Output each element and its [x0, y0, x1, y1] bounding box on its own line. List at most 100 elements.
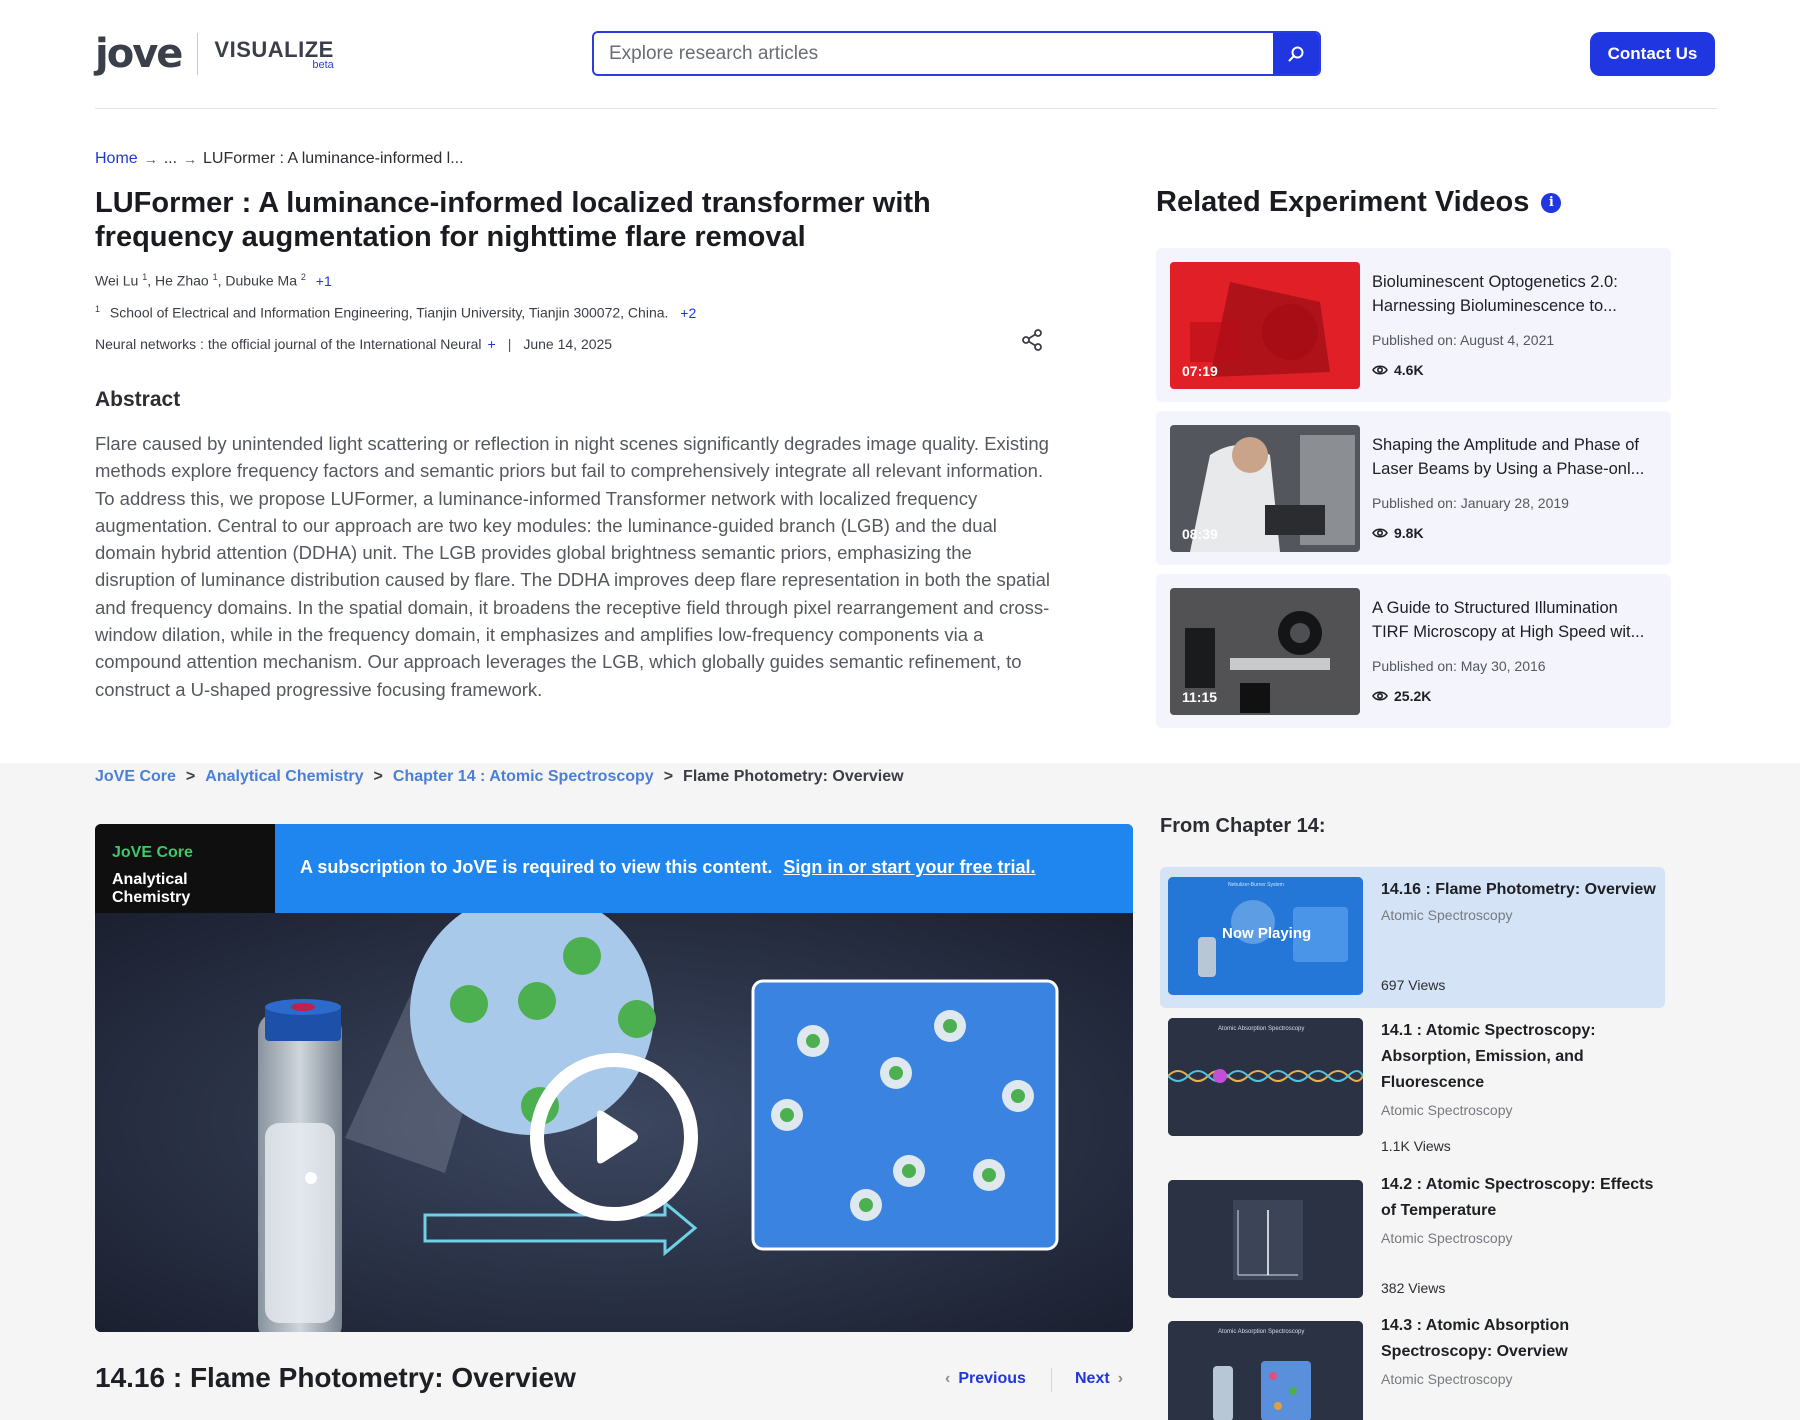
video-thumbnail[interactable]: 11:15 [1170, 588, 1360, 715]
views-count: 25.2K [1394, 688, 1432, 704]
thumbnail-label: Nebulizer-Burner System [1228, 882, 1284, 888]
affiliation-text: School of Electrical and Information Eng… [109, 304, 669, 321]
journal-info: Neural networks : the official journal o… [95, 336, 612, 352]
chapter-lesson-item[interactable]: Nebulizer-Burner System Now Playing 14.1… [1160, 867, 1665, 1008]
chapter-lesson-item[interactable]: Atomic Absorption Spectroscopy 14.1 : At… [1160, 1008, 1665, 1158]
subscription-banner: JoVE Core Analytical Chemistry A subscri… [95, 824, 1133, 913]
jove-visualize-logo[interactable]: jove VISUALIZE beta [95, 32, 334, 76]
related-video-title[interactable]: Shaping the Amplitude and Phase of Laser… [1372, 433, 1657, 481]
lesson-item-subtitle: Atomic Spectroscopy [1381, 907, 1513, 923]
chevron-left-icon: ‹ [945, 1370, 951, 1387]
lesson-thumbnail[interactable]: Atomic Absorption Spectroscopy [1168, 1018, 1363, 1136]
course-breadcrumb-chapter[interactable]: Chapter 14 : Atomic Spectroscopy [393, 768, 654, 786]
affiliation-marker: 1 [95, 304, 101, 314]
breadcrumb: Home → ... → LUFormer : A luminance-info… [95, 150, 464, 168]
related-video-published: Published on: May 30, 2016 [1372, 658, 1546, 674]
breadcrumb-ellipsis[interactable]: ... [164, 150, 177, 168]
views-count: 9.8K [1394, 525, 1424, 541]
chapter-lesson-item[interactable]: 14.2 : Atomic Spectroscopy: Effects of T… [1160, 1170, 1665, 1310]
thumbnail-image [1168, 1180, 1363, 1298]
views-count: 4.6K [1394, 362, 1424, 378]
related-video-published: Published on: January 28, 2019 [1372, 495, 1569, 511]
lesson-item-views: 1.1K Views [1381, 1138, 1451, 1154]
affiliations-more-link[interactable]: +2 [680, 305, 696, 321]
thumbnail-label: Atomic Absorption Spectroscopy [1218, 1026, 1304, 1032]
course-tag: JoVE Core Analytical Chemistry [95, 824, 275, 913]
author-name[interactable]: Dubuke Ma [225, 273, 297, 289]
lesson-item-views: 697 Views [1381, 977, 1446, 993]
author-name[interactable]: He Zhao [155, 273, 209, 289]
search-button[interactable] [1273, 33, 1319, 74]
chapter-lesson-item[interactable]: Atomic Absorption Spectroscopy 14.3 : At… [1160, 1311, 1665, 1420]
lesson-item-title: 14.2 : Atomic Spectroscopy: Effects of T… [1381, 1176, 1654, 1219]
related-video-title[interactable]: Bioluminescent Optogenetics 2.0: Harness… [1372, 270, 1657, 318]
article-title: LUFormer : A luminance-informed localize… [95, 187, 931, 253]
visualize-wordmark: VISUALIZE beta [214, 36, 334, 71]
contact-us-button[interactable]: Contact Us [1590, 32, 1715, 76]
eye-icon [1372, 691, 1388, 701]
video-duration: 07:19 [1182, 363, 1218, 379]
sign-in-link[interactable]: Sign in or start your free trial. [783, 857, 1035, 877]
next-label: Next [1075, 1370, 1110, 1387]
arrow-right-icon: → [183, 151, 198, 167]
journal-more-link[interactable]: + [488, 336, 496, 352]
lesson-thumbnail[interactable] [1168, 1180, 1363, 1298]
video-player[interactable]: JoVE Core Analytical Chemistry A subscri… [95, 824, 1133, 1332]
lesson-item-views: 382 Views [1381, 1280, 1446, 1296]
thumbnail-image: Atomic Absorption Spectroscopy [1168, 1018, 1363, 1136]
lesson-item-subtitle: Atomic Spectroscopy [1381, 1230, 1513, 1246]
course-breadcrumb-analytical-chemistry[interactable]: Analytical Chemistry [205, 768, 363, 786]
video-thumbnail[interactable]: 08:39 [1170, 425, 1360, 552]
nav-divider [1051, 1368, 1052, 1392]
beta-badge: beta [312, 58, 334, 71]
lesson-thumbnail[interactable]: Nebulizer-Burner System Now Playing [1168, 877, 1363, 995]
play-icon[interactable] [527, 1050, 701, 1224]
author-list: Wei Lu 1, He Zhao 1, Dubuke Ma 2 +1 [95, 272, 332, 289]
eye-icon [1372, 365, 1388, 375]
related-video-views: 25.2K [1372, 688, 1431, 704]
course-breadcrumb-jove-core[interactable]: JoVE Core [95, 768, 176, 786]
journal-separator: | [507, 336, 512, 352]
authors-more-link[interactable]: +1 [316, 273, 332, 289]
now-playing-label: Now Playing [1222, 925, 1312, 942]
related-video-title[interactable]: A Guide to Structured Illumination TIRF … [1372, 596, 1657, 644]
author-affiliation-marker: 1 [142, 272, 148, 282]
search-input[interactable] [594, 33, 1273, 74]
previous-button[interactable]: ‹ Previous [945, 1370, 1026, 1388]
header-divider [95, 108, 1717, 109]
next-button[interactable]: Next › [1075, 1370, 1123, 1388]
subscription-text: A subscription to JoVE is required to vi… [300, 857, 773, 877]
lesson-item-subtitle: Atomic Spectroscopy [1381, 1371, 1513, 1387]
visualize-text: VISUALIZE [214, 36, 334, 62]
breadcrumb-separator: > [373, 768, 383, 785]
author-affiliation-marker: 2 [300, 272, 306, 282]
lesson-item-title: 14.16 : Flame Photometry: Overview [1381, 881, 1656, 898]
chevron-right-icon: › [1117, 1370, 1124, 1387]
related-videos-title: Related Experiment Videos [1156, 186, 1530, 218]
related-video-card[interactable]: 07:19 Bioluminescent Optogenetics 2.0: H… [1156, 248, 1671, 402]
related-video-card[interactable]: 08:39 Shaping the Amplitude and Phase of… [1156, 411, 1671, 565]
lesson-title: 14.16 : Flame Photometry: Overview [95, 1362, 576, 1393]
course-breadcrumb-current: Flame Photometry: Overview [683, 768, 904, 785]
lesson-item-title: 14.3 : Atomic Absorption Spectroscopy: O… [1381, 1317, 1570, 1360]
breadcrumb-separator: > [185, 768, 196, 785]
affiliation: 1 School of Electrical and Information E… [95, 304, 696, 321]
journal-name: Neural networks : the official journal o… [95, 336, 482, 352]
info-icon[interactable]: i [1541, 192, 1562, 213]
related-video-views: 4.6K [1372, 362, 1424, 378]
subscription-message: A subscription to JoVE is required to vi… [300, 857, 1035, 878]
share-icon[interactable] [1020, 328, 1044, 352]
search-icon [1288, 46, 1304, 61]
video-thumbnail[interactable]: 07:19 [1170, 262, 1360, 389]
breadcrumb-home[interactable]: Home [95, 150, 138, 168]
lesson-thumbnail[interactable]: Atomic Absorption Spectroscopy [1168, 1321, 1363, 1420]
video-duration: 11:15 [1182, 689, 1218, 705]
abstract-text: Flare caused by unintended light scatter… [95, 433, 1050, 700]
previous-label: Previous [958, 1370, 1026, 1387]
thumbnail-label: Atomic Absorption Spectroscopy [1218, 1329, 1304, 1335]
related-video-card[interactable]: 11:15 A Guide to Structured Illumination… [1156, 574, 1671, 728]
lesson-item-subtitle: Atomic Spectroscopy [1381, 1102, 1513, 1118]
related-videos-heading: Related Experiment Videos i [1156, 186, 1562, 219]
author-name[interactable]: Wei Lu [95, 273, 138, 289]
breadcrumb-current: LUFormer : A luminance-informed l... [203, 150, 464, 167]
